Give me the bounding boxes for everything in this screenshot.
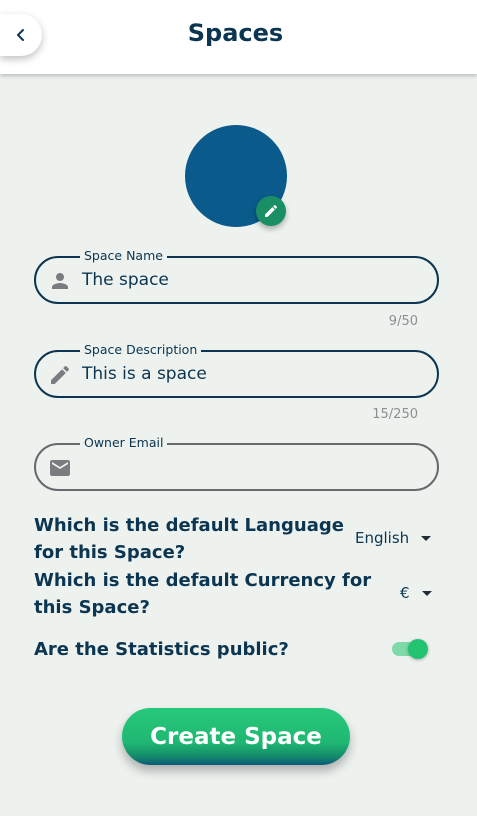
statistics-public-toggle[interactable] — [392, 639, 430, 659]
space-description-input[interactable]: This is a space — [82, 364, 207, 384]
currency-dropdown[interactable]: € — [400, 584, 432, 602]
owner-email-label: Owner Email — [80, 435, 168, 451]
space-description-field[interactable]: Space Description This is a space — [34, 342, 439, 398]
space-name-input[interactable]: The space — [82, 270, 169, 290]
create-space-button[interactable]: Create Space — [122, 708, 350, 765]
space-name-field[interactable]: Space Name The space — [34, 248, 439, 304]
caret-down-icon — [421, 535, 432, 541]
statistics-question: Are the Statistics public? — [34, 639, 289, 660]
language-question: Which is the default Language for this S… — [34, 515, 344, 563]
toggle-knob — [408, 639, 428, 659]
currency-selected: € — [400, 584, 410, 602]
space-description-label: Space Description — [80, 342, 202, 358]
language-selected: English — [355, 529, 410, 547]
page-title: Spaces — [187, 19, 284, 47]
caret-down-icon — [421, 590, 432, 596]
person-icon — [52, 273, 68, 289]
edit-avatar-button[interactable] — [256, 196, 286, 226]
app-bar: Spaces — [0, 0, 477, 74]
language-dropdown[interactable]: English — [355, 529, 432, 547]
currency-question: Which is the default Currency for this S… — [34, 570, 372, 618]
space-description-counter: 15/250 — [372, 407, 418, 422]
space-name-counter: 9/50 — [388, 314, 418, 329]
pencil-icon — [51, 365, 70, 384]
pencil-icon — [265, 204, 278, 217]
owner-email-field[interactable]: Owner Email — [34, 435, 439, 491]
envelope-icon — [50, 460, 70, 476]
space-name-label: Space Name — [80, 248, 167, 264]
